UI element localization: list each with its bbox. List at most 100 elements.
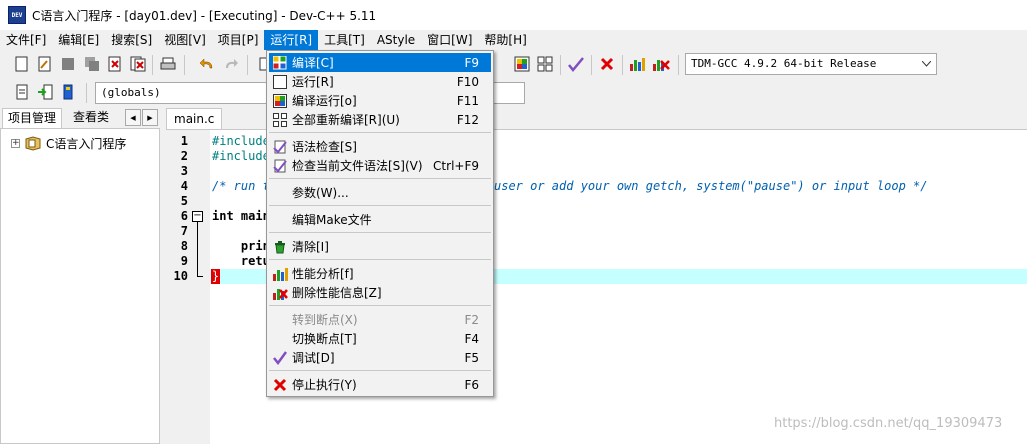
close-file-icon[interactable]	[105, 54, 125, 74]
menu-item-label: 编译[C]	[292, 56, 334, 70]
syntax-check-icon	[271, 139, 289, 155]
menu-item-label: 运行[R]	[292, 75, 334, 89]
menu-help[interactable]: 帮助[H]	[478, 30, 532, 50]
menu-project[interactable]: 项目[P]	[212, 30, 265, 50]
compile-run-icon	[271, 93, 289, 109]
profile-toolbar-icon[interactable]	[628, 54, 648, 74]
run-menu-rebuild-all[interactable]: 全部重新编译[R](U) F12	[269, 110, 491, 129]
compiler-select[interactable]: TDM-GCC 4.9.2 64-bit Release	[685, 53, 937, 75]
run-menu-toggle-breakpoint[interactable]: 切换断点[T] F4	[269, 329, 491, 348]
tab-class-browser[interactable]: 查看类	[68, 108, 114, 128]
menu-item-label: 语法检查[S]	[292, 140, 357, 154]
tree-expand-icon[interactable]: +	[11, 138, 20, 148]
menu-item-label: 停止执行(Y)	[292, 378, 357, 392]
tree-item-project[interactable]: + C语言入门程序	[11, 134, 126, 152]
window-title: C语言入门程序 - [day01.dev] - [Executing] - De…	[32, 8, 377, 23]
code-comment-tail: user or add your own getch, system("paus…	[494, 179, 928, 193]
menu-item-label: 参数(W)...	[292, 186, 349, 200]
run-menu-syntax-check-file[interactable]: 检查当前文件语法[S](V) Ctrl+F9	[269, 156, 491, 175]
menu-astyle[interactable]: AStyle	[371, 30, 421, 50]
fold-line	[197, 222, 198, 276]
delete-profile-toolbar-icon[interactable]	[651, 54, 671, 74]
toolbar-separator	[622, 55, 623, 75]
chevron-down-icon[interactable]	[919, 54, 933, 74]
tab-scroll-left-icon[interactable]: ◀	[125, 109, 141, 126]
run-menu-compile-run[interactable]: 编译运行[o] F11	[269, 91, 491, 110]
tree-item-label: C语言入门程序	[46, 136, 127, 151]
goto-icon[interactable]	[35, 82, 55, 102]
open-file-icon[interactable]	[35, 54, 55, 74]
fold-collapse-icon[interactable]: −	[192, 211, 203, 222]
menu-separator	[269, 305, 491, 306]
menu-view[interactable]: 视图[V]	[158, 30, 212, 50]
run-menu-run[interactable]: 运行[R] F10	[269, 72, 491, 91]
line-number: 7	[180, 224, 188, 238]
left-panel-tabs: 项目管理 查看类 ◀ ▶	[0, 108, 162, 128]
debug-check-icon	[271, 350, 289, 366]
menu-separator	[269, 132, 491, 133]
toolbar-separator	[86, 83, 87, 103]
insert-icon[interactable]	[12, 82, 32, 102]
code-line: retu	[212, 254, 270, 268]
syntax-check-file-icon	[271, 158, 289, 174]
run-menu-profile[interactable]: 性能分析[f]	[269, 264, 491, 283]
run-menu-debug[interactable]: 调试[D] F5	[269, 348, 491, 367]
menu-item-label: 检查当前文件语法[S](V)	[292, 159, 423, 173]
run-menu-syntax-check[interactable]: 语法检查[S]	[269, 137, 491, 156]
run-menu-dropdown: 编译[C] F9 运行[R] F10 编译运行[o] F11 全部重新编译[R]…	[266, 50, 494, 397]
menu-window[interactable]: 窗口[W]	[421, 30, 478, 50]
bookmark-icon[interactable]	[58, 82, 78, 102]
print-icon[interactable]	[158, 54, 178, 74]
undo-icon[interactable]	[197, 54, 217, 74]
debug-toolbar-icon[interactable]	[566, 54, 586, 74]
stop-toolbar-icon[interactable]	[597, 54, 617, 74]
closing-brace-highlight: }	[211, 269, 220, 284]
scope-select-value: (globals)	[101, 86, 161, 99]
run-menu-goto-breakpoint[interactable]: 转到断点(X) F2	[269, 310, 491, 329]
run-menu-clean[interactable]: 清除[I]	[269, 237, 491, 256]
save-all-icon[interactable]	[82, 54, 102, 74]
run-menu-compile[interactable]: 编译[C] F9	[269, 53, 491, 72]
redo-icon[interactable]	[221, 54, 241, 74]
menu-edit[interactable]: 编辑[E]	[52, 30, 105, 50]
menu-item-label: 删除性能信息[Z]	[292, 286, 382, 300]
new-file-icon[interactable]	[12, 54, 32, 74]
menu-separator	[269, 178, 491, 179]
line-number: 3	[180, 164, 188, 178]
close-all-icon[interactable]	[128, 54, 148, 74]
code-line: #include	[212, 149, 270, 163]
run-menu-parameters[interactable]: 参数(W)...	[269, 183, 491, 202]
tab-scroll-right-icon[interactable]: ▶	[142, 109, 158, 126]
menu-run[interactable]: 运行[R]	[264, 30, 319, 50]
run-menu-delete-profile[interactable]: 删除性能信息[Z]	[269, 283, 491, 302]
line-number: 10	[173, 269, 188, 283]
menu-search[interactable]: 搜索[S]	[105, 30, 158, 50]
clean-icon	[271, 239, 289, 255]
run-menu-edit-makefile[interactable]: 编辑Make文件	[269, 210, 491, 229]
menu-item-shortcut: F10	[456, 74, 479, 89]
compile-icon	[271, 55, 289, 71]
project-icon	[25, 136, 41, 151]
menu-item-shortcut: F2	[464, 312, 479, 327]
menu-item-label: 性能分析[f]	[292, 267, 354, 281]
run-icon	[271, 74, 289, 90]
menu-separator	[269, 232, 491, 233]
rebuild-all-toolbar-icon[interactable]	[535, 54, 555, 74]
menu-item-shortcut: F9	[464, 55, 479, 70]
code-line: prin	[212, 239, 270, 253]
devcpp-app-icon: DEV	[8, 6, 26, 24]
run-menu-stop-execution[interactable]: 停止执行(Y) F6	[269, 375, 491, 394]
menu-file[interactable]: 文件[F]	[0, 30, 52, 50]
menu-item-label: 切换断点[T]	[292, 332, 357, 346]
editor-tab-main-c[interactable]: main.c	[166, 108, 223, 129]
compile-run-toolbar-icon[interactable]	[512, 54, 532, 74]
compiler-select-value: TDM-GCC 4.9.2 64-bit Release	[691, 57, 877, 70]
menu-item-shortcut: Ctrl+F9	[433, 158, 479, 173]
menu-item-label: 转到断点(X)	[292, 313, 358, 327]
fold-end-marker	[197, 276, 203, 277]
menu-item-label: 编译运行[o]	[292, 94, 357, 108]
save-icon[interactable]	[58, 54, 78, 74]
menu-separator	[269, 259, 491, 260]
tab-project-manager[interactable]: 项目管理	[2, 108, 63, 128]
menu-tools[interactable]: 工具[T]	[318, 30, 371, 50]
